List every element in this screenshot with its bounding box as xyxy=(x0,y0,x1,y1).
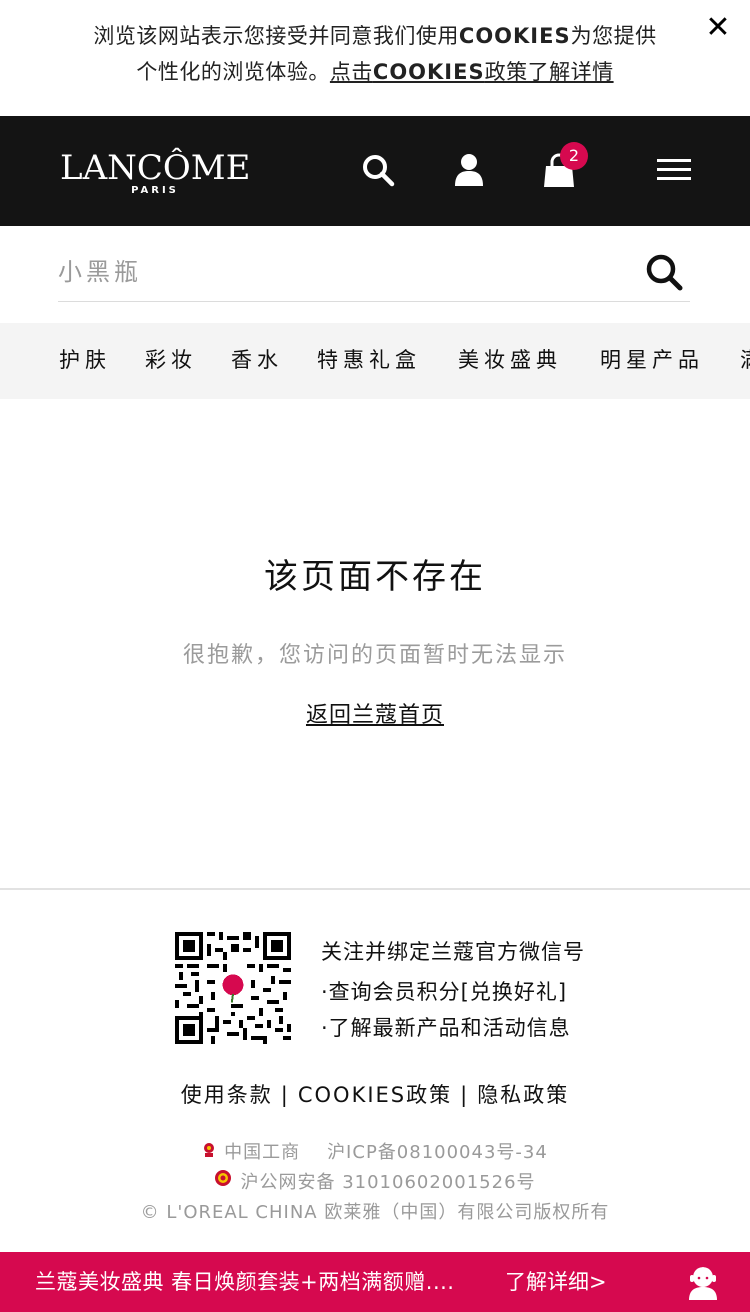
link-separator: | xyxy=(460,1083,470,1107)
nav-beauty-festival[interactable]: 美妆盛典 xyxy=(458,345,562,375)
cookies-policy-link[interactable]: COOKIES政策 xyxy=(298,1083,452,1107)
search-input[interactable] xyxy=(58,244,598,300)
link-separator: | xyxy=(280,1083,290,1107)
account-icon[interactable] xyxy=(451,152,487,188)
menu-icon[interactable] xyxy=(656,152,692,188)
wechat-qr-code xyxy=(175,932,291,1044)
promo-more-link[interactable]: 了解详细> xyxy=(505,1265,607,1299)
copyright: © L'OREAL CHINA 欧莱雅（中国）有限公司版权所有 xyxy=(140,1202,610,1223)
nav-skincare[interactable]: 护肤 xyxy=(59,345,111,375)
business-license-text[interactable]: 中国工商 xyxy=(224,1142,300,1163)
footer-links: 使用条款 | COOKIES政策 | 隐私政策 xyxy=(0,1078,750,1112)
page-title: 该页面不存在 xyxy=(264,557,486,597)
nav-more[interactable]: 满 xyxy=(740,345,750,375)
promo-message[interactable]: 兰蔻美妆盛典 春日焕颜套装+两档满额赠.... xyxy=(35,1265,454,1299)
search-icon[interactable] xyxy=(644,252,684,292)
cookie-banner: 浏览该网站表示您接受并同意我们使用COOKIES为您提供 个性化的浏览体验。点击… xyxy=(0,0,750,116)
close-icon[interactable]: ✕ xyxy=(704,12,732,44)
lancome-logo[interactable]: LANCÔME PARIS xyxy=(60,148,250,198)
cookie-text-3: 个性化的浏览体验。 xyxy=(136,60,330,84)
legal-line-2: 沪公网安备 31010602001526号 xyxy=(0,1168,750,1198)
wechat-title: 关注并绑定兰蔻官方微信号 xyxy=(321,940,585,964)
cookie-policy-link[interactable]: 点击COOKIES政策了解详情 xyxy=(330,60,614,84)
cookie-message: 浏览该网站表示您接受并同意我们使用COOKIES为您提供 个性化的浏览体验。点击… xyxy=(40,18,710,90)
cookie-keyword: COOKIES xyxy=(458,24,571,48)
wechat-benefit-2: ·了解最新产品和活动信息 xyxy=(321,1016,571,1040)
cookie-text-2: 为您提供 xyxy=(570,24,657,48)
nav-makeup[interactable]: 彩妆 xyxy=(145,345,197,375)
home-link-wrapper: 返回兰蔻首页 xyxy=(0,698,750,734)
legal-line-1: 中国工商 沪ICP备08100043号-34 xyxy=(0,1138,750,1168)
police-badge-icon xyxy=(214,1168,232,1198)
wechat-benefit-1: ·查询会员积分[兑换好礼] xyxy=(321,980,568,1004)
site-header: LANCÔME PARIS xyxy=(0,116,750,226)
category-nav: 护肤 彩妆 香水 特惠礼盒 美妆盛典 明星产品 满 xyxy=(0,323,750,399)
icp-text[interactable]: 沪ICP备08100043号-34 xyxy=(327,1142,548,1163)
nav-gift-sets[interactable]: 特惠礼盒 xyxy=(317,345,421,375)
privacy-policy-link[interactable]: 隐私政策 xyxy=(477,1083,569,1107)
cookie-text-1: 浏览该网站表示您接受并同意我们使用 xyxy=(93,24,459,48)
footer-divider xyxy=(0,888,750,890)
error-message: 很抱歉，您访问的页面暂时无法显示 xyxy=(182,643,567,668)
promo-bar: 兰蔻美妆盛典 春日焕颜套装+两档满额赠.... 了解详细> xyxy=(0,1252,750,1312)
public-security-text[interactable]: 沪公网安备 31010602001526号 xyxy=(240,1172,535,1193)
back-home-link[interactable]: 返回兰蔻首页 xyxy=(306,703,444,728)
logo-wordmark: LANCÔME xyxy=(60,148,251,188)
search-bar xyxy=(58,244,690,302)
nav-star-products[interactable]: 明星产品 xyxy=(600,345,704,375)
terms-link[interactable]: 使用条款 xyxy=(181,1083,273,1107)
customer-service-icon[interactable] xyxy=(686,1264,720,1300)
business-license-icon[interactable] xyxy=(202,1138,216,1168)
nav-fragrance[interactable]: 香水 xyxy=(231,345,283,375)
cart-count-badge: 2 xyxy=(560,142,588,170)
search-icon[interactable] xyxy=(360,152,396,188)
